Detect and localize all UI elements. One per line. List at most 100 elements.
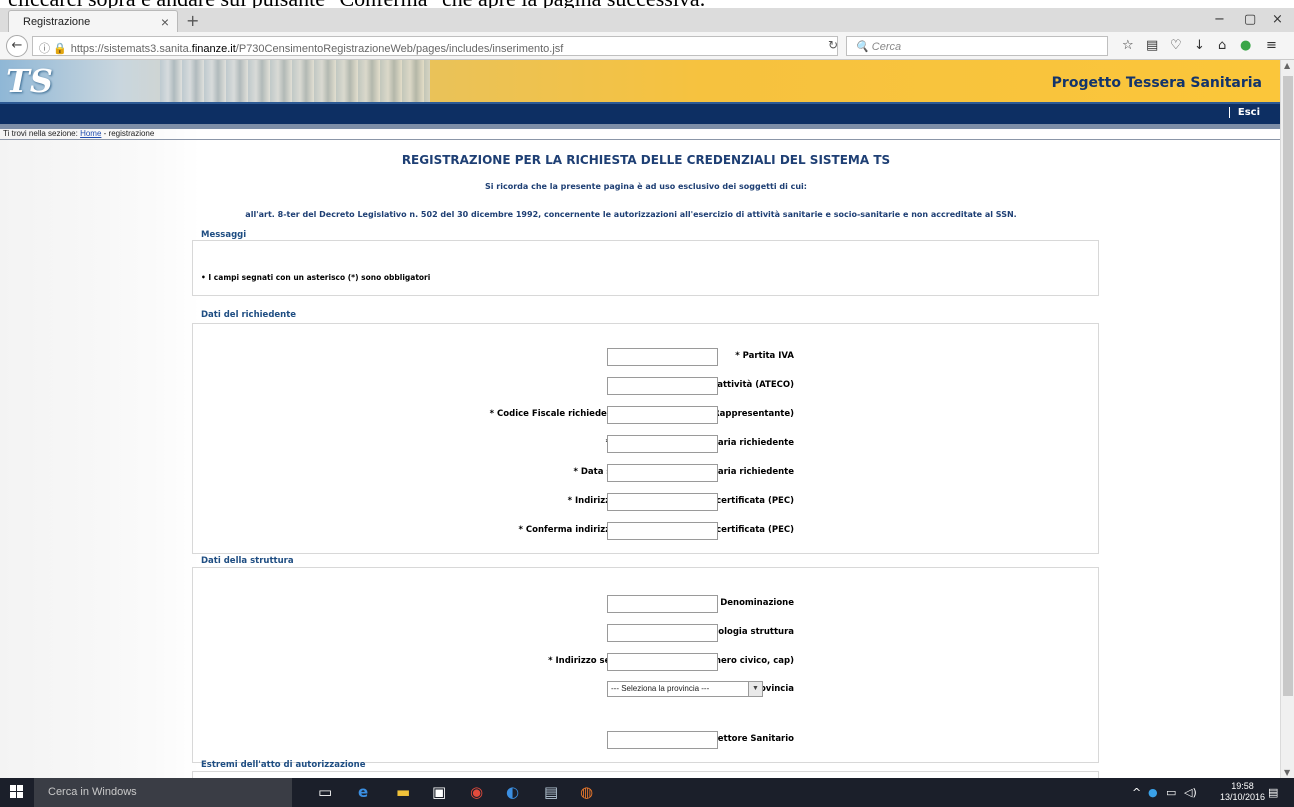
minimize-icon[interactable]: −	[1214, 12, 1225, 27]
codice-fiscale-input[interactable]	[607, 406, 718, 424]
tab-registrazione[interactable]: Registrazione ×	[8, 10, 178, 32]
scroll-up-icon[interactable]: ▲	[1284, 61, 1290, 70]
direttore-cf-input[interactable]	[607, 731, 718, 749]
pec-confirm-input[interactable]	[607, 522, 718, 540]
ts-logo: TS	[6, 62, 53, 100]
form-row: Tipologia struttura	[193, 624, 1100, 642]
browser-tab-bar: Registrazione × + − ▢ ×	[0, 8, 1294, 32]
autorizzazione-panel	[192, 771, 1099, 778]
provincia-selected-value: --- Seleziona la provincia ---	[611, 684, 710, 693]
scrollbar-thumb[interactable]	[1283, 76, 1293, 696]
form-row: * Conferma indirizzo di Posta elettronic…	[193, 522, 1100, 540]
store-icon[interactable]: ▣	[432, 783, 446, 801]
tessera-expiry-input[interactable]	[607, 464, 718, 482]
richiedente-section-label: Dati del richiedente	[201, 310, 297, 320]
form-row: * Indirizzo sede principale (via, numero…	[193, 653, 1100, 671]
struttura-section-label: Dati della struttura	[201, 556, 294, 566]
form-row: * Provincia --- Seleziona la provincia -…	[193, 681, 1100, 699]
document-caption: cliccarci sopra e andare sul pulsante "C…	[8, 0, 1288, 8]
autorizzazione-section-label: Estremi dell'atto di autorizzazione	[201, 760, 366, 770]
breadcrumb-home-link[interactable]: Home	[80, 129, 101, 138]
windows-start-icon[interactable]	[10, 785, 24, 799]
pec-input[interactable]	[607, 493, 718, 511]
page-note: Si ricorda che la presente pagina è ad u…	[485, 182, 807, 191]
chevron-down-icon[interactable]: ▼	[748, 682, 762, 696]
search-input[interactable]: 🔍 Cerca	[846, 36, 1108, 56]
clock-date: 13/10/2016	[1220, 792, 1266, 802]
download-icon[interactable]: ↓	[1194, 38, 1205, 53]
ateco-input[interactable]	[607, 377, 718, 395]
ccleaner-icon[interactable]: ◐	[506, 783, 519, 801]
page-legal-note: all'art. 8-ter del Decreto Legislativo n…	[245, 210, 1017, 219]
struttura-panel: * Denominazione Tipologia struttura * In…	[192, 567, 1099, 763]
edge-icon[interactable]: e	[358, 783, 368, 801]
breadcrumb-divider	[0, 139, 1280, 140]
window-close-icon[interactable]: ×	[1272, 12, 1283, 27]
form-row: * Codice Fiscale richiedente (Titolare o…	[193, 406, 1100, 424]
browser-nav-bar: ← ⓘ 🔒 https://sistemats3.sanita.finanze.it…	[0, 32, 1294, 60]
maximize-icon[interactable]: ▢	[1244, 12, 1256, 27]
reload-icon[interactable]: ↻	[828, 38, 838, 52]
richiedente-panel: * Partita IVA Codice attività (ATECO) * …	[192, 323, 1099, 554]
tab-close-icon[interactable]: ×	[161, 14, 169, 30]
volume-icon[interactable]: ◁)	[1184, 786, 1197, 799]
logout-link[interactable]: Esci	[1228, 107, 1260, 118]
partita-iva-input[interactable]	[607, 348, 718, 366]
form-row: * Denominazione	[193, 595, 1100, 613]
denominazione-label: * Denominazione	[712, 598, 794, 608]
url-path: /P730CensimentoRegistrazioneWeb/pages/in…	[235, 43, 564, 55]
form-row: * Partita IVA	[193, 348, 1100, 366]
info-icon[interactable]: ⓘ	[39, 43, 50, 55]
provincia-select[interactable]: --- Seleziona la provincia --- ▼	[607, 681, 763, 697]
tipologia-input[interactable]	[607, 624, 718, 642]
banner-photo	[160, 60, 430, 102]
taskbar-clock[interactable]: 19:58 13/10/2016	[1220, 781, 1265, 803]
extension-icon[interactable]: ●	[1240, 38, 1251, 53]
tab-title: Registrazione	[23, 16, 91, 28]
reading-list-icon[interactable]: ▤	[1146, 38, 1158, 53]
task-view-icon[interactable]: ▭	[318, 783, 332, 801]
pocket-icon[interactable]: ♡	[1170, 38, 1182, 53]
indirizzo-input[interactable]	[607, 653, 718, 671]
form-row: Codice attività (ATECO)	[193, 377, 1100, 395]
address-bar[interactable]: ⓘ 🔒 https://sistemats3.sanita.finanze.it/P…	[32, 36, 838, 56]
file-explorer-icon[interactable]: ▬	[396, 783, 410, 801]
firefox-icon[interactable]: ◍	[580, 783, 593, 801]
app-icon[interactable]: ◉	[470, 783, 483, 801]
clock-time: 19:58	[1231, 781, 1254, 791]
form-row: * Numero Tessera Sanitaria richiedente	[193, 435, 1100, 453]
header-divider	[0, 124, 1280, 129]
new-tab-icon[interactable]: +	[186, 11, 199, 30]
tray-app-icon[interactable]: ●	[1148, 786, 1158, 799]
denominazione-input[interactable]	[607, 595, 718, 613]
site-banner: TS Progetto Tessera Sanitaria	[0, 60, 1280, 102]
notepad-icon[interactable]: ▤	[544, 783, 558, 801]
breadcrumb: Ti trovi nella sezione: Home - registraz…	[3, 129, 154, 138]
site-title: Progetto Tessera Sanitaria	[1051, 75, 1262, 91]
header-bar: Esci	[0, 102, 1280, 124]
network-icon[interactable]: ▭	[1166, 786, 1176, 799]
breadcrumb-current: - registrazione	[101, 129, 155, 138]
lock-icon: 🔒	[53, 43, 67, 55]
page-scrollbar[interactable]: ▲ ▼	[1280, 60, 1294, 778]
web-page: TS Progetto Tessera Sanitaria Esci Ti tr…	[0, 60, 1280, 778]
home-icon[interactable]: ⌂	[1218, 38, 1226, 53]
windows-taskbar: Cerca in Windows ▭ e ▬ ▣ ◉ ◐ ▤ ◍ ^ ● ▭ ◁…	[0, 778, 1294, 807]
form-row: * Indirizzo di Posta elettronica certifi…	[193, 493, 1100, 511]
form-row: * Data scadenza Tessera Sanitaria richie…	[193, 464, 1100, 482]
form-row: Codice Fiscale Direttore Sanitario	[193, 731, 1100, 749]
url-domain: finanze.it	[191, 43, 236, 55]
menu-icon[interactable]: ≡	[1266, 38, 1277, 53]
bookmark-star-icon[interactable]: ☆	[1122, 38, 1134, 53]
partita-iva-label: * Partita IVA	[735, 351, 794, 361]
taskbar-search-input[interactable]: Cerca in Windows	[34, 778, 292, 807]
notifications-icon[interactable]: ▤	[1268, 786, 1278, 799]
tray-chevron-icon[interactable]: ^	[1132, 786, 1141, 799]
url-prefix: https://sistemats3.sanita.	[70, 43, 192, 55]
back-arrow-icon[interactable]: ←	[6, 35, 28, 57]
search-placeholder: Cerca	[871, 41, 902, 53]
scroll-down-icon[interactable]: ▼	[1284, 768, 1290, 777]
tessera-number-input[interactable]	[607, 435, 718, 453]
page-title: REGISTRAZIONE PER LA RICHIESTA DELLE CRE…	[401, 153, 891, 167]
breadcrumb-prefix: Ti trovi nella sezione:	[3, 129, 81, 138]
